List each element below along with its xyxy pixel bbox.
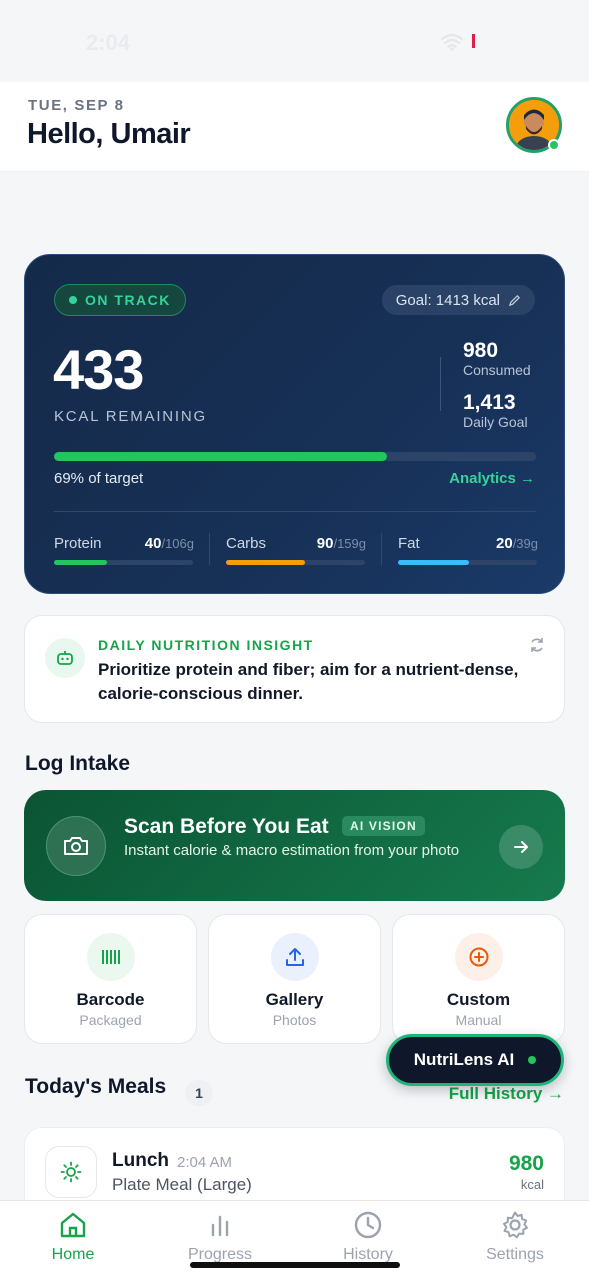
macro-name: Carbs <box>226 535 267 552</box>
gear-icon <box>503 1211 528 1239</box>
macro-bar-fill <box>54 560 107 565</box>
arrow-right-icon <box>499 825 543 869</box>
meal-time: 2:04 AM <box>177 1154 233 1171</box>
macros-divider <box>54 511 536 512</box>
nutrilens-ai-label: NutriLens AI <box>413 1050 515 1069</box>
consumed-value: 980 <box>463 339 499 362</box>
clock-icon <box>354 1211 382 1239</box>
bottom-tab-bar: Home Progress History Settings <box>0 1200 589 1280</box>
upload-icon <box>271 933 319 981</box>
stats-divider <box>440 357 441 411</box>
status-dot <box>69 296 77 304</box>
insight-text: Prioritize protein and fiber; aim for a … <box>98 660 519 703</box>
custom-subtitle: Manual <box>455 1012 502 1028</box>
nutrilens-ai-button[interactable]: NutriLens AI <box>386 1034 564 1086</box>
macro-value: 40/106g <box>145 535 194 552</box>
analytics-link[interactable]: Analytics → <box>449 470 535 487</box>
macro-amount: 20 <box>496 535 513 552</box>
macro-bar <box>226 560 365 565</box>
macro-bar-fill <box>226 560 306 565</box>
gallery-subtitle: Photos <box>272 1012 317 1028</box>
gallery-title: Gallery <box>265 990 324 1009</box>
macro-target: /159g <box>333 536 366 551</box>
insight-title: DAILY NUTRITION INSIGHT <box>98 637 314 653</box>
barcode-icon <box>87 933 135 981</box>
wifi-icon <box>440 33 464 51</box>
macro-bar-fill <box>398 560 469 565</box>
tab-settings-label: Settings <box>486 1246 544 1263</box>
camera-icon <box>46 816 106 876</box>
online-status-dot <box>548 139 560 151</box>
calorie-progress-fill <box>54 452 387 461</box>
calories-remaining-value: 433 <box>53 338 144 401</box>
custom-button[interactable]: Custom Manual <box>392 914 565 1044</box>
home-icon <box>60 1212 86 1238</box>
battery-icon <box>472 34 494 48</box>
online-dot <box>528 1056 537 1064</box>
greeting-title: Hello, Umair <box>27 118 191 150</box>
gallery-button[interactable]: Gallery Photos <box>208 914 381 1044</box>
barcode-button[interactable]: Barcode Packaged <box>24 914 197 1044</box>
macro-bar <box>54 560 193 565</box>
home-indicator <box>190 1262 400 1268</box>
header-date: TUE, SEP 8 <box>28 97 125 114</box>
status-badge: ON TRACK <box>54 284 186 316</box>
plus-circle-icon <box>455 933 503 981</box>
robot-icon <box>45 638 85 678</box>
ai-vision-badge: AI VISION <box>342 816 425 836</box>
sun-icon <box>45 1146 97 1198</box>
calories-remaining-label: KCAL REMAINING <box>54 408 208 425</box>
nutrition-insight-card: DAILY NUTRITION INSIGHT Prioritize prote… <box>24 615 565 723</box>
barcode-subtitle: Packaged <box>79 1012 142 1028</box>
consumed-label: Consumed <box>463 362 531 378</box>
meal-name: Lunch <box>112 1150 169 1171</box>
scan-title: Scan Before You Eat <box>124 815 329 838</box>
scan-food-button[interactable]: Scan Before You Eat AI VISION Instant ca… <box>24 790 565 901</box>
macro-bar <box>398 560 537 565</box>
header: TUE, SEP 8 Hello, Umair <box>0 82 589 172</box>
todays-meals-title: Today's Meals <box>25 1075 167 1098</box>
daily-goal-value: 1,413 <box>463 391 516 414</box>
progress-label: 69% of target <box>54 470 144 487</box>
calorie-progress-bar <box>54 452 536 461</box>
macro-amount: 90 <box>316 535 334 552</box>
tab-home[interactable]: Home <box>23 1209 123 1273</box>
meal-kcal-value: 980 <box>508 1152 544 1175</box>
bar-chart-icon <box>211 1215 229 1237</box>
goal-edit-button[interactable]: Goal: 1413 kcal <box>381 285 535 315</box>
macro-value: 20/39g <box>496 535 538 552</box>
meals-count-badge: 1 <box>185 1080 213 1106</box>
refresh-icon[interactable] <box>528 636 546 654</box>
macro-value: 90/159g <box>317 535 366 552</box>
tab-settings[interactable]: Settings <box>465 1209 565 1273</box>
pencil-icon <box>508 294 520 306</box>
scan-subtitle: Instant calorie & macro estimation from … <box>124 842 460 859</box>
macro-target: /106g <box>161 536 194 551</box>
macro-amount: 40 <box>144 535 162 552</box>
macro-separator <box>381 533 382 565</box>
barcode-title: Barcode <box>76 990 145 1009</box>
macro-target: /39g <box>512 536 538 551</box>
status-bar: 2:04 <box>0 0 589 82</box>
macro-separator <box>209 533 210 565</box>
goal-chip-label: Goal: 1413 kcal <box>395 291 500 309</box>
log-intake-title: Log Intake <box>25 752 131 775</box>
daily-goal-label: Daily Goal <box>463 414 528 430</box>
meal-kcal-unit: kcal <box>520 1177 544 1192</box>
status-time: 2:04 <box>86 30 131 55</box>
status-badge-label: ON TRACK <box>85 292 171 308</box>
meal-description: Plate Meal (Large) <box>112 1175 252 1194</box>
full-history-link[interactable]: Full History → <box>449 1084 564 1104</box>
custom-title: Custom <box>446 990 511 1009</box>
tab-home-label: Home <box>51 1246 95 1263</box>
macro-name: Fat <box>398 535 420 552</box>
calorie-summary-card: ON TRACK Goal: 1413 kcal 433 KCAL REMAIN… <box>24 254 565 594</box>
macro-name: Protein <box>54 535 102 552</box>
